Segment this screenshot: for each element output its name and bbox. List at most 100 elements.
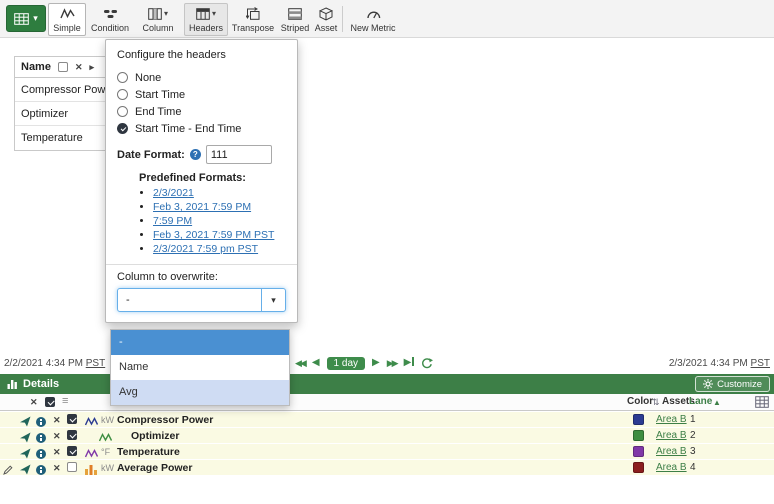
format-link[interactable]: 7:59 PM bbox=[153, 215, 192, 227]
chevron-down-icon[interactable]: ▾ bbox=[261, 289, 285, 311]
toolbar-button-simple[interactable]: Simple bbox=[48, 3, 86, 36]
radio-label: End Time bbox=[135, 106, 181, 118]
radio-option-start-end-time[interactable]: Start Time - End Time bbox=[117, 120, 286, 137]
help-icon[interactable]: ? bbox=[190, 149, 201, 160]
color-swatch[interactable] bbox=[633, 414, 644, 425]
radio-icon[interactable] bbox=[117, 106, 128, 117]
column-header-color[interactable]: Color bbox=[627, 396, 653, 407]
toolbar-button-condition[interactable]: Condition bbox=[88, 3, 132, 36]
item-name[interactable]: Temperature bbox=[117, 446, 180, 458]
asset-link[interactable]: Area B bbox=[656, 446, 687, 457]
timezone-link[interactable]: PST bbox=[751, 358, 770, 369]
select-option-avg[interactable]: Avg bbox=[111, 380, 289, 405]
step-back-double-icon[interactable]: ◀◀ bbox=[295, 356, 305, 370]
radio-option-end-time[interactable]: End Time bbox=[117, 103, 286, 120]
radio-icon-checked[interactable] bbox=[117, 123, 128, 134]
caret-right-icon[interactable]: ▸ bbox=[90, 63, 95, 72]
toolbar-button-striped[interactable]: Striped bbox=[278, 3, 312, 36]
item-name[interactable]: Average Power bbox=[117, 462, 192, 474]
sort-icon[interactable]: ⇅ bbox=[652, 397, 660, 408]
details-row: ✕ °F Temperature Area B 3 bbox=[0, 444, 774, 459]
color-swatch[interactable] bbox=[633, 462, 644, 473]
remove-icon[interactable]: ✕ bbox=[53, 432, 61, 441]
edit-pencil-icon[interactable] bbox=[3, 462, 13, 480]
radio-label: None bbox=[135, 72, 161, 84]
remove-all-icon[interactable]: ✕ bbox=[30, 398, 38, 407]
step-back-icon[interactable]: ◀ bbox=[312, 356, 320, 370]
details-row: ✕ kW Compressor Power Area B 1 bbox=[0, 412, 774, 427]
date-format-input[interactable] bbox=[206, 145, 272, 164]
chevron-down-icon: ▾ bbox=[164, 7, 168, 20]
histogram-icon bbox=[85, 462, 97, 480]
step-forward-icon[interactable]: ▶ bbox=[372, 356, 380, 370]
toolbar-button-transpose[interactable]: Transpose bbox=[230, 3, 276, 36]
info-icon[interactable] bbox=[36, 417, 46, 427]
toolbar-button-label: Simple bbox=[53, 23, 81, 33]
customize-button[interactable]: Customize bbox=[695, 376, 770, 392]
table-view-split-button[interactable]: ▾ bbox=[6, 5, 46, 32]
range-end: 2/3/2021 4:34 PM PST bbox=[669, 358, 770, 369]
menu-icon[interactable]: ≡ bbox=[62, 395, 68, 407]
lane-value: 1 bbox=[690, 414, 696, 425]
customize-label: Customize bbox=[717, 379, 762, 390]
refresh-icon[interactable] bbox=[421, 358, 433, 369]
color-swatch[interactable] bbox=[633, 446, 644, 457]
app-window: ▾ Simple Condition ▾ Column ▾ Headers bbox=[0, 0, 774, 504]
toolbar-button-headers[interactable]: ▾ Headers bbox=[184, 3, 228, 36]
header-checkbox[interactable] bbox=[58, 62, 68, 72]
popover-title: Configure the headers bbox=[117, 49, 286, 61]
toolbar-button-asset[interactable]: Asset bbox=[312, 3, 340, 36]
radio-icon[interactable] bbox=[117, 89, 128, 100]
format-link[interactable]: Feb 3, 2021 7:59 PM PST bbox=[153, 229, 274, 241]
column-overwrite-select[interactable]: - ▾ bbox=[117, 288, 286, 312]
details-title-text: Details bbox=[23, 378, 59, 390]
duration-button[interactable]: 1 day bbox=[327, 357, 365, 370]
asset-link[interactable]: Area B bbox=[656, 462, 687, 473]
asset-cube-icon bbox=[319, 7, 333, 21]
format-link[interactable]: Feb 3, 2021 7:59 PM bbox=[153, 201, 251, 213]
item-name[interactable]: Compressor Power bbox=[117, 414, 213, 426]
predefined-formats-label: Predefined Formats: bbox=[139, 172, 286, 184]
step-to-end-icon[interactable]: ▶ bbox=[404, 356, 415, 370]
timezone-link[interactable]: PST bbox=[86, 358, 105, 369]
toolbar-button-label: Column bbox=[142, 23, 173, 33]
format-link[interactable]: 2/3/2021 7:59 pm PST bbox=[153, 243, 258, 255]
select-option-dash[interactable]: - bbox=[111, 330, 289, 355]
asset-link[interactable]: Area B bbox=[656, 430, 687, 441]
column-header-lane[interactable]: Lane bbox=[689, 396, 712, 407]
asset-link[interactable]: Area B bbox=[656, 414, 687, 425]
radio-option-none[interactable]: None bbox=[117, 69, 286, 86]
date-format-label: Date Format: bbox=[117, 149, 185, 161]
radio-option-start-time[interactable]: Start Time bbox=[117, 86, 286, 103]
radio-icon[interactable] bbox=[117, 72, 128, 83]
row-checkbox[interactable] bbox=[67, 462, 77, 472]
format-link[interactable]: 2/3/2021 bbox=[153, 187, 194, 199]
info-icon[interactable] bbox=[36, 465, 46, 475]
remove-column-icon[interactable]: ✕ bbox=[75, 63, 83, 72]
select-option-name[interactable]: Name bbox=[111, 355, 289, 380]
toolbar-button-label: Condition bbox=[91, 23, 129, 33]
color-swatch[interactable] bbox=[633, 430, 644, 441]
divider bbox=[106, 264, 297, 265]
row-checkbox[interactable] bbox=[67, 446, 77, 456]
column-overwrite-label: Column to overwrite: bbox=[117, 271, 286, 283]
info-icon[interactable] bbox=[36, 449, 46, 459]
step-forward-double-icon[interactable]: ▶▶ bbox=[387, 356, 397, 370]
info-icon[interactable] bbox=[36, 433, 46, 443]
toolbar-button-new-metric[interactable]: New Metric bbox=[347, 3, 399, 36]
manage-columns-icon[interactable] bbox=[755, 396, 769, 411]
remove-icon[interactable]: ✕ bbox=[53, 448, 61, 457]
remove-icon[interactable]: ✕ bbox=[53, 416, 61, 425]
signal-icon bbox=[60, 7, 75, 20]
lane-value: 3 bbox=[690, 446, 696, 457]
select-all-checkbox[interactable] bbox=[45, 397, 55, 407]
unit-label: kW bbox=[101, 463, 114, 473]
send-icon[interactable] bbox=[20, 462, 31, 480]
row-checkbox[interactable] bbox=[67, 430, 77, 440]
item-name[interactable]: Optimizer bbox=[131, 430, 179, 442]
remove-icon[interactable]: ✕ bbox=[53, 464, 61, 473]
sort-asc-icon: ▲ bbox=[713, 398, 721, 407]
row-checkbox[interactable] bbox=[67, 414, 77, 424]
gear-icon bbox=[703, 379, 713, 389]
toolbar-button-column[interactable]: ▾ Column bbox=[134, 3, 182, 36]
